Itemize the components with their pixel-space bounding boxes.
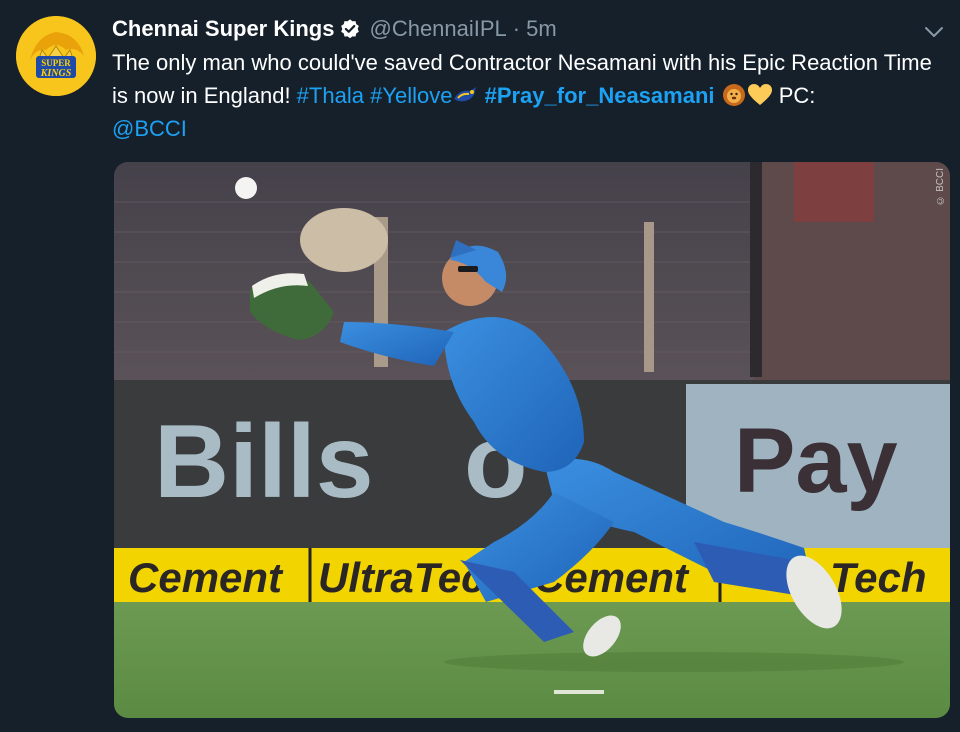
- hashtag-thala[interactable]: #Thala: [297, 83, 364, 108]
- board-text-tech: Tech: [830, 554, 926, 601]
- board-text-cement-1: Cement: [128, 554, 284, 601]
- tweet-header: Chennai Super Kings @ChennaiIPL · 5m: [112, 12, 932, 46]
- hashtag-pray-for-neasamani[interactable]: #Pray_for_Neasamani: [485, 83, 715, 108]
- lion-face-icon: [721, 83, 747, 107]
- author-handle[interactable]: @ChennaiIPL: [369, 16, 506, 42]
- separator-dot: ·: [512, 16, 521, 41]
- tweet-card[interactable]: SUPER KINGS Chennai Super Kings @Chennai…: [0, 0, 960, 732]
- banner-text-bills: Bills: [154, 404, 374, 520]
- cricket-photo-image: Bills o Pay Cement UltraTec Cement Tech: [114, 162, 950, 718]
- banner-text-pay: Pay: [734, 410, 898, 512]
- board-text-ultratec: UltraTec: [318, 554, 485, 601]
- csk-whistle-icon: [452, 83, 478, 107]
- author-name[interactable]: Chennai Super Kings: [112, 16, 334, 42]
- tweet-timestamp[interactable]: 5m: [526, 16, 557, 42]
- tweet-text-part2: PC:: [772, 83, 816, 108]
- logo-text-super: SUPER: [41, 58, 71, 68]
- tweet-text: The only man who could've saved Contract…: [112, 46, 942, 145]
- hashtag-yellove[interactable]: #Yellove: [370, 83, 452, 108]
- verified-badge-icon: [339, 18, 361, 40]
- tweet-media-photo[interactable]: Bills o Pay Cement UltraTec Cement Tech: [114, 162, 950, 718]
- mention-bcci[interactable]: @BCCI: [112, 116, 187, 141]
- avatar[interactable]: SUPER KINGS: [16, 16, 96, 96]
- chevron-down-icon[interactable]: [922, 20, 946, 44]
- logo-text-kings: KINGS: [40, 68, 72, 79]
- photo-watermark: © BCCI: [935, 168, 946, 206]
- tweet-body: Chennai Super Kings @ChennaiIPL · 5m The…: [112, 12, 932, 145]
- csk-logo-icon: SUPER KINGS: [16, 16, 96, 96]
- yellow-heart-icon: [747, 83, 773, 107]
